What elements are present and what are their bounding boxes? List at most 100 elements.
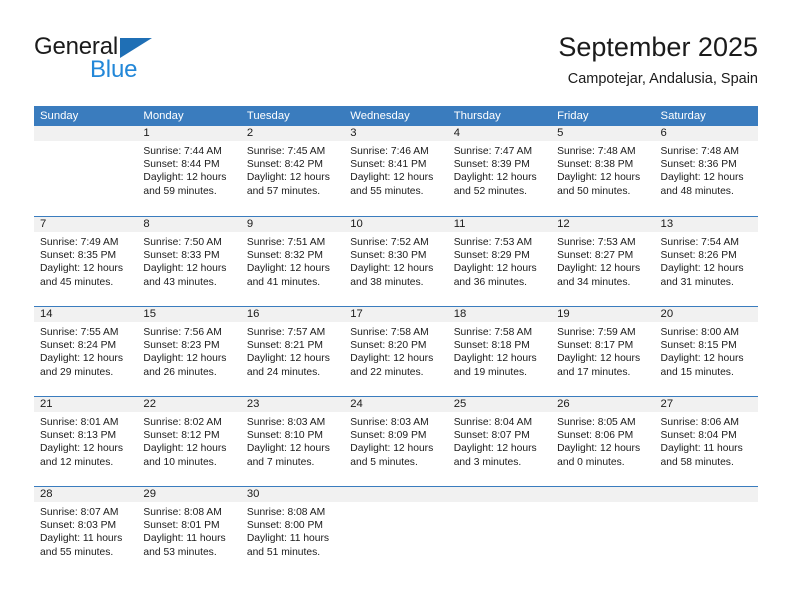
- day-number: 21: [34, 397, 138, 412]
- day-details: Sunrise: 8:07 AM Sunset: 8:03 PM Daylight:…: [34, 502, 137, 559]
- calendar-day-cell[interactable]: 28 Sunrise: 8:07 AM Sunset: 8:03 PM Dayligh…: [34, 487, 138, 576]
- day-detail-line: and 43 minutes.: [143, 276, 217, 288]
- calendar-day-cell[interactable]: 15 Sunrise: 7:56 AM Sunset: 8:23 PM Dayligh…: [137, 307, 241, 396]
- calendar-day-cell[interactable]: 3 Sunrise: 7:46 AM Sunset: 8:41 PM Daylight…: [344, 126, 448, 216]
- calendar-day-cell[interactable]: 17 Sunrise: 7:58 AM Sunset: 8:20 PM Dayligh…: [344, 307, 448, 396]
- day-detail-line: Sunrise: 7:49 AM: [40, 237, 119, 248]
- day-details: Sunrise: 7:48 AM Sunset: 8:36 PM Daylight:…: [655, 141, 758, 198]
- day-detail-line: Sunset: 8:12 PM: [143, 430, 220, 442]
- day-detail-line: Sunset: 8:00 PM: [246, 520, 323, 532]
- page-subtitle: Campotejar, Andalusia, Spain: [567, 71, 758, 87]
- logo-triangle-icon: [120, 38, 152, 58]
- calendar-day-cell[interactable]: 23 Sunrise: 8:03 AM Sunset: 8:10 PM Dayligh…: [240, 397, 345, 486]
- calendar-day-cell[interactable]: 11 Sunrise: 7:53 AM Sunset: 8:29 PM Dayligh…: [447, 217, 552, 306]
- title-block: September 2025 Campotejar, Andalusia, Sp…: [558, 30, 758, 88]
- calendar-day-cell[interactable]: 25 Sunrise: 8:04 AM Sunset: 8:07 PM Dayligh…: [447, 397, 552, 486]
- weekday-header-thursday: Thursday: [453, 110, 501, 122]
- day-details: Sunrise: 8:02 AM Sunset: 8:12 PM Daylight:…: [137, 412, 240, 469]
- day-details: Sunrise: 7:53 AM Sunset: 8:29 PM Daylight:…: [448, 232, 551, 289]
- day-detail-line: Daylight: 11 hours: [40, 533, 123, 545]
- calendar-week-row: 1 Sunrise: 7:44 AM Sunset: 8:44 PM Daylight…: [34, 126, 758, 216]
- day-detail-line: and 24 minutes.: [246, 366, 321, 378]
- calendar-day-cell[interactable]: 14 Sunrise: 7:55 AM Sunset: 8:24 PM Dayligh…: [34, 307, 138, 396]
- day-number: 28: [34, 487, 138, 502]
- calendar-day-cell[interactable]: 9 Sunrise: 7:51 AM Sunset: 8:32 PM Daylight…: [240, 217, 345, 306]
- day-cell-inner: 12 Sunrise: 7:53 AM Sunset: 8:27 PM Dayligh…: [551, 217, 655, 306]
- calendar-day-cell[interactable]: 12 Sunrise: 7:53 AM Sunset: 8:27 PM Dayligh…: [551, 217, 655, 306]
- calendar-day-cell[interactable]: 24 Sunrise: 8:03 AM Sunset: 8:09 PM Dayligh…: [344, 397, 448, 486]
- day-detail-line: Sunrise: 8:01 AM: [40, 417, 119, 428]
- day-cell-inner: 13 Sunrise: 7:54 AM Sunset: 8:26 PM Dayligh…: [654, 217, 758, 306]
- day-detail-line: Daylight: 12 hours: [453, 172, 537, 184]
- day-cell-inner: 9 Sunrise: 7:51 AM Sunset: 8:32 PM Daylight…: [240, 217, 345, 306]
- calendar-day-cell[interactable]: 6 Sunrise: 7:48 AM Sunset: 8:36 PM Daylight…: [654, 126, 758, 216]
- day-detail-line: Sunset: 8:06 PM: [557, 430, 634, 442]
- calendar-day-cell[interactable]: 27 Sunrise: 8:06 AM Sunset: 8:04 PM Dayligh…: [654, 397, 758, 486]
- calendar-day-cell[interactable]: 8 Sunrise: 7:50 AM Sunset: 8:33 PM Daylight…: [137, 217, 241, 306]
- day-detail-line: Sunset: 8:24 PM: [40, 340, 117, 352]
- day-detail-line: Sunset: 8:23 PM: [143, 340, 220, 352]
- day-number: 18: [447, 307, 552, 322]
- calendar-day-cell[interactable]: 4 Sunrise: 7:47 AM Sunset: 8:39 PM Daylight…: [447, 126, 552, 216]
- day-number: 8: [137, 217, 241, 232]
- calendar-day-cell[interactable]: 5 Sunrise: 7:48 AM Sunset: 8:38 PM Daylight…: [551, 126, 655, 216]
- day-number: 11: [447, 217, 552, 232]
- calendar-day-cell[interactable]: 2 Sunrise: 7:45 AM Sunset: 8:42 PM Daylight…: [240, 126, 345, 216]
- day-cell-inner: 2 Sunrise: 7:45 AM Sunset: 8:42 PM Daylight…: [240, 126, 345, 216]
- day-cell-inner: 10 Sunrise: 7:52 AM Sunset: 8:30 PM Dayligh…: [344, 217, 448, 306]
- day-detail-line: Daylight: 12 hours: [660, 263, 744, 275]
- calendar-day-cell[interactable]: 26 Sunrise: 8:05 AM Sunset: 8:06 PM Dayligh…: [551, 397, 655, 486]
- day-number: 12: [551, 217, 655, 232]
- weekday-header-sunday: Sunday: [40, 110, 79, 122]
- day-detail-line: and 38 minutes.: [350, 276, 424, 288]
- day-detail-line: Sunset: 8:18 PM: [453, 340, 530, 352]
- day-details: Sunrise: 7:51 AM Sunset: 8:32 PM Daylight:…: [241, 232, 344, 289]
- general-blue-logo: General Blue: [34, 34, 224, 90]
- day-detail-line: and 48 minutes.: [660, 185, 734, 197]
- page-header: General Blue September 2025 Campotejar, …: [34, 30, 758, 96]
- day-cell-inner: [344, 487, 448, 576]
- day-detail-line: Sunrise: 8:06 AM: [660, 417, 739, 428]
- day-detail-line: Sunrise: 7:51 AM: [246, 237, 326, 248]
- day-detail-line: Sunset: 8:26 PM: [660, 250, 737, 262]
- day-detail-line: Daylight: 12 hours: [143, 172, 227, 184]
- day-number: 2: [240, 126, 345, 141]
- day-detail-line: Daylight: 12 hours: [246, 353, 330, 365]
- day-detail-line: Sunset: 8:03 PM: [40, 520, 117, 532]
- calendar-day-cell[interactable]: 22 Sunrise: 8:02 AM Sunset: 8:12 PM Dayligh…: [137, 397, 241, 486]
- day-detail-line: Sunrise: 7:58 AM: [350, 327, 429, 338]
- calendar-day-cell[interactable]: 16 Sunrise: 7:57 AM Sunset: 8:21 PM Dayligh…: [240, 307, 345, 396]
- calendar-weeks: 1 Sunrise: 7:44 AM Sunset: 8:44 PM Daylight…: [34, 126, 758, 576]
- day-details: Sunrise: 7:53 AM Sunset: 8:27 PM Daylight:…: [551, 232, 654, 289]
- calendar-day-cell-empty: [447, 487, 552, 576]
- calendar-day-cell[interactable]: 10 Sunrise: 7:52 AM Sunset: 8:30 PM Dayligh…: [344, 217, 448, 306]
- day-detail-line: and 19 minutes.: [453, 366, 527, 378]
- day-details: Sunrise: 7:50 AM Sunset: 8:33 PM Daylight:…: [137, 232, 240, 289]
- day-detail-line: Daylight: 12 hours: [143, 353, 227, 365]
- calendar-day-cell[interactable]: 29 Sunrise: 8:08 AM Sunset: 8:01 PM Dayligh…: [137, 487, 241, 576]
- calendar-day-cell[interactable]: 1 Sunrise: 7:44 AM Sunset: 8:44 PM Daylight…: [137, 126, 241, 216]
- day-details: Sunrise: 8:06 AM Sunset: 8:04 PM Daylight:…: [655, 412, 758, 469]
- day-detail-line: Sunset: 8:30 PM: [350, 250, 427, 262]
- calendar-day-cell[interactable]: 21 Sunrise: 8:01 AM Sunset: 8:13 PM Dayligh…: [34, 397, 138, 486]
- day-details: [34, 141, 137, 145]
- calendar-day-cell[interactable]: 18 Sunrise: 7:58 AM Sunset: 8:18 PM Dayligh…: [447, 307, 552, 396]
- day-detail-line: and 50 minutes.: [557, 185, 631, 197]
- day-detail-line: Daylight: 11 hours: [143, 533, 226, 545]
- day-details: Sunrise: 7:52 AM Sunset: 8:30 PM Daylight:…: [344, 232, 447, 289]
- calendar-day-cell[interactable]: 30 Sunrise: 8:08 AM Sunset: 8:00 PM Dayligh…: [240, 487, 345, 576]
- day-cell-inner: 6 Sunrise: 7:48 AM Sunset: 8:36 PM Daylight…: [654, 126, 758, 216]
- calendar-day-cell[interactable]: 13 Sunrise: 7:54 AM Sunset: 8:26 PM Dayligh…: [654, 217, 758, 306]
- day-details: [344, 502, 447, 506]
- calendar-day-cell[interactable]: 20 Sunrise: 8:00 AM Sunset: 8:15 PM Dayligh…: [654, 307, 758, 396]
- day-detail-line: Sunrise: 8:02 AM: [143, 417, 222, 428]
- day-detail-line: Sunrise: 7:55 AM: [40, 327, 119, 338]
- day-detail-line: Sunrise: 7:53 AM: [557, 237, 636, 248]
- day-detail-line: and 5 minutes.: [350, 456, 418, 468]
- calendar-day-cell[interactable]: 7 Sunrise: 7:49 AM Sunset: 8:35 PM Daylight…: [34, 217, 138, 306]
- day-detail-line: Daylight: 12 hours: [660, 353, 744, 365]
- day-cell-inner: 8 Sunrise: 7:50 AM Sunset: 8:33 PM Daylight…: [137, 217, 241, 306]
- calendar-day-cell[interactable]: 19 Sunrise: 7:59 AM Sunset: 8:17 PM Dayligh…: [551, 307, 655, 396]
- day-detail-line: and 52 minutes.: [453, 185, 527, 197]
- day-number: 10: [344, 217, 448, 232]
